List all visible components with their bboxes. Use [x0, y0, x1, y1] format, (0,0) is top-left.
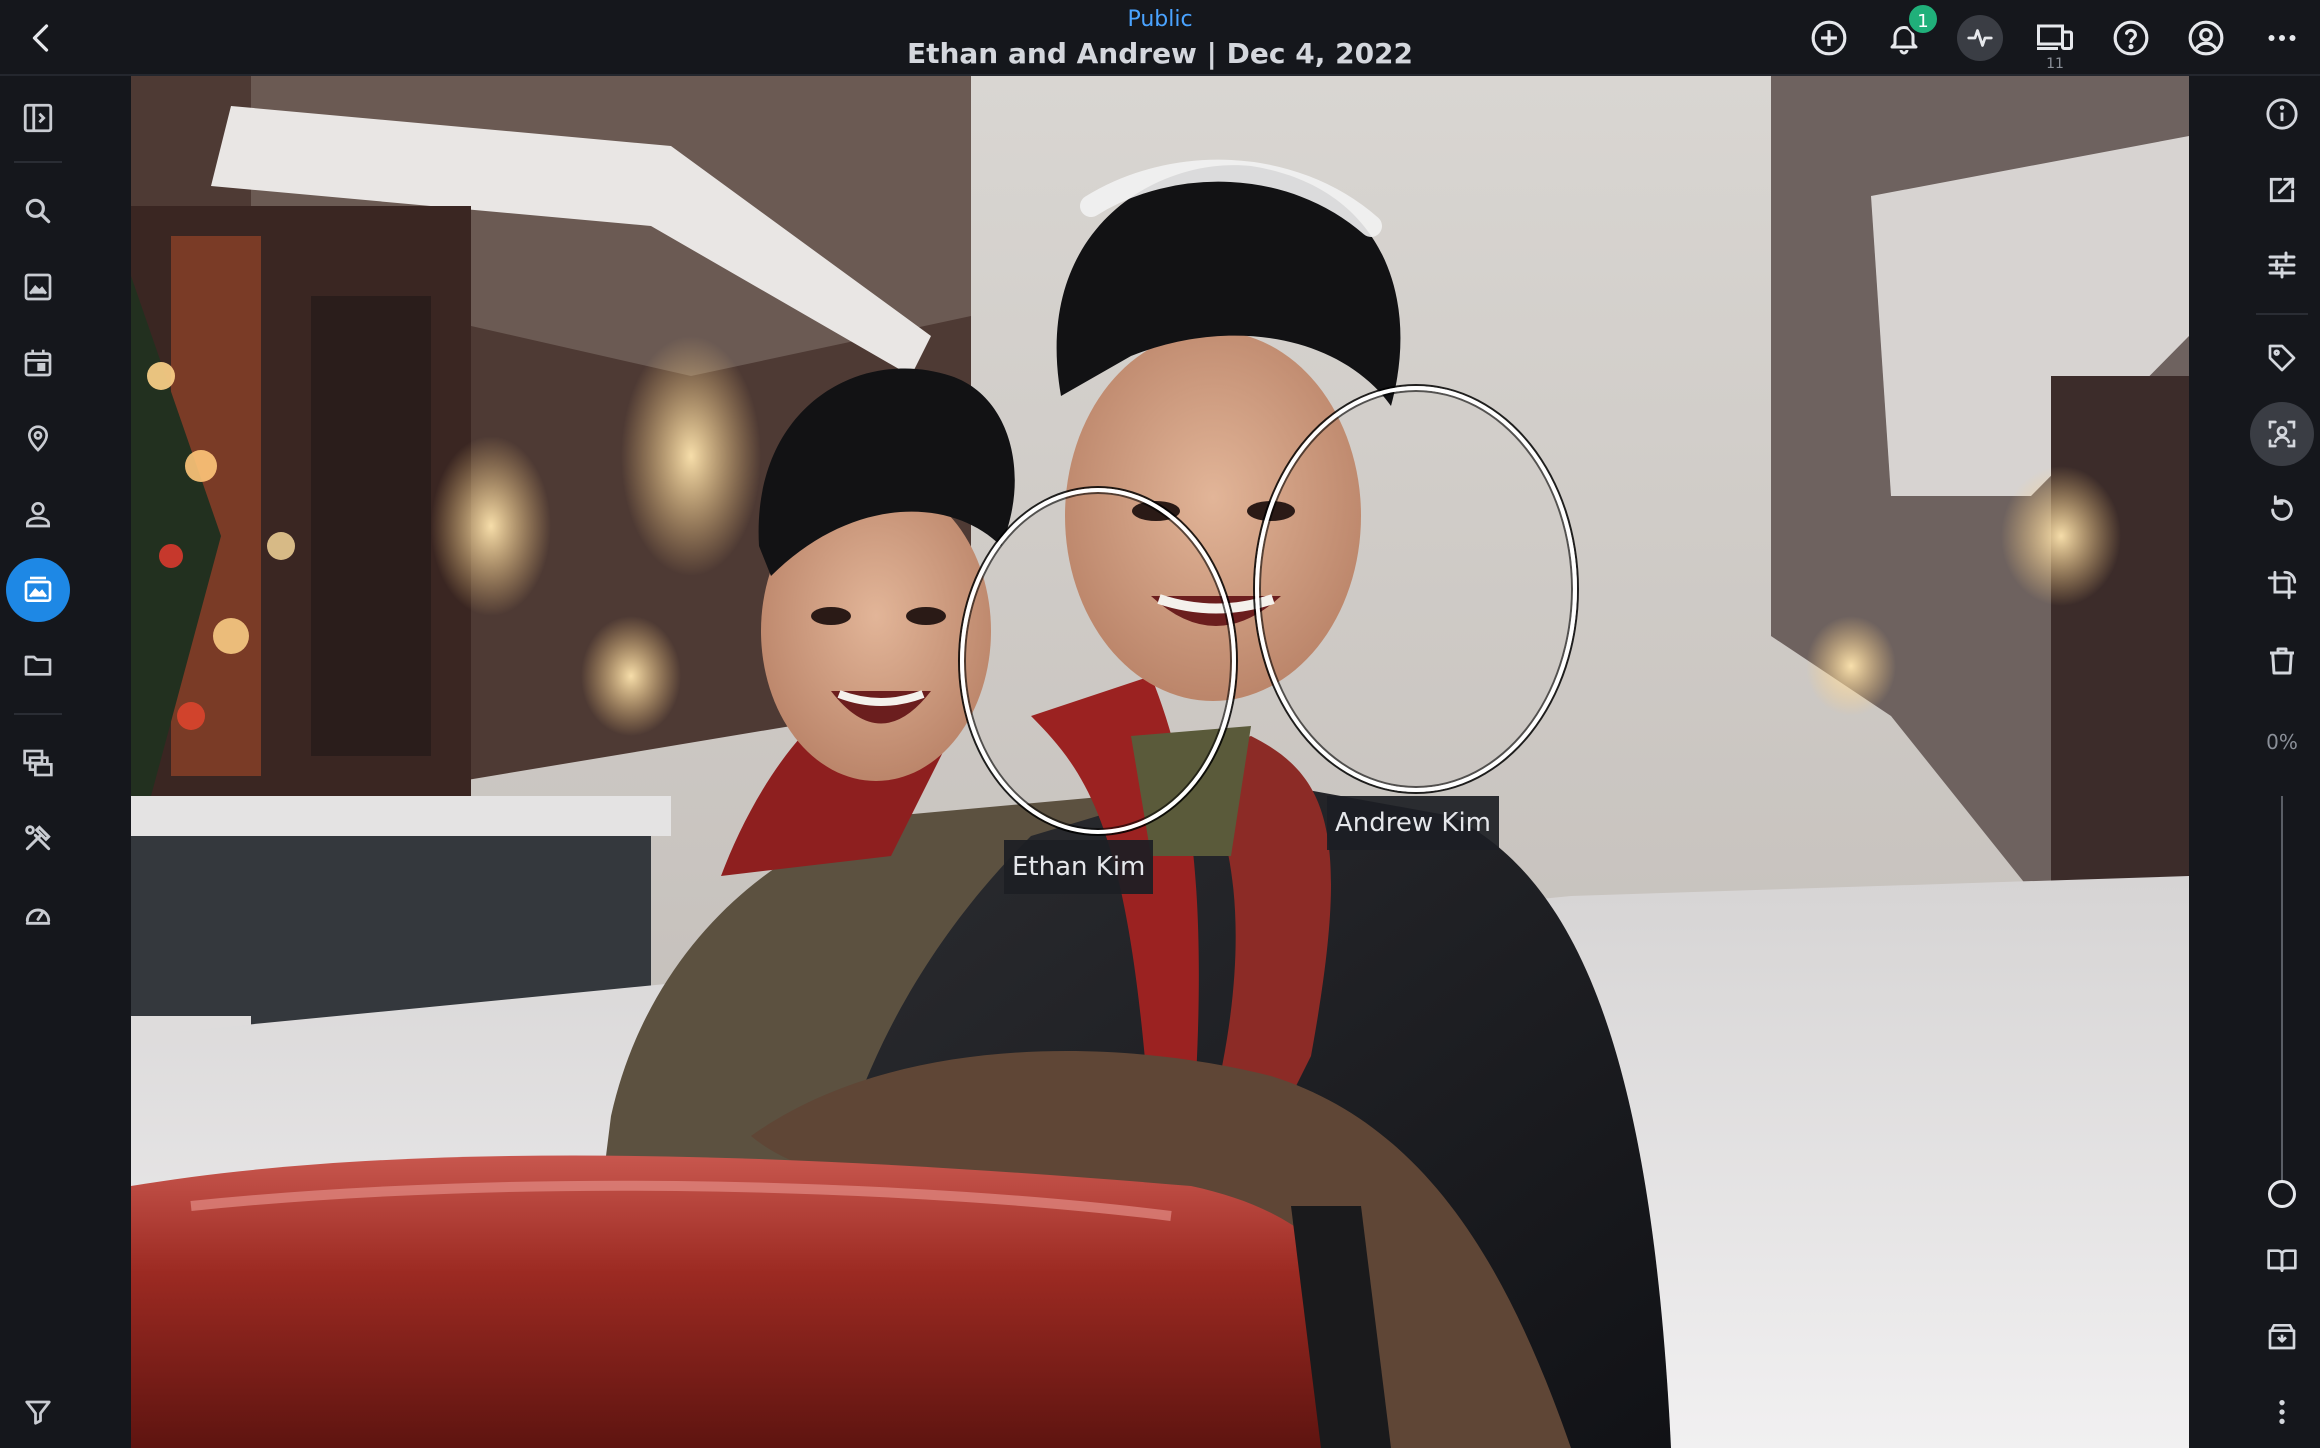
add-button[interactable] [1801, 10, 1857, 66]
face-label-ethan[interactable]: Ethan Kim [1004, 840, 1154, 894]
sidebar-item-photos[interactable] [6, 255, 70, 319]
face-box-andrew[interactable] [1255, 386, 1577, 792]
back-button[interactable] [14, 10, 70, 66]
sidebar-item-calendar[interactable] [6, 331, 70, 395]
sidebar-item-places[interactable] [6, 406, 70, 470]
zoom-slider-track[interactable] [2281, 796, 2283, 1196]
account-button[interactable] [2178, 10, 2234, 66]
sidebar-toggle-icon [23, 103, 53, 133]
device-count: 11 [2046, 56, 2064, 72]
zoom-percentage: 0% [2266, 730, 2298, 754]
plus-circle-icon [1811, 20, 1847, 56]
sidebar-item-people[interactable] [6, 482, 70, 546]
sidebar-item-library[interactable] [6, 731, 70, 795]
face-recognition-icon [2268, 420, 2296, 448]
account-circle-icon [2188, 20, 2224, 56]
open-external-button[interactable] [2250, 158, 2314, 222]
devices-button[interactable]: 11 [2027, 10, 2083, 72]
activity-icon [1967, 29, 1993, 47]
open-external-icon [2269, 177, 2295, 203]
filter-button[interactable] [6, 1380, 70, 1444]
devices-icon [2037, 24, 2073, 50]
filter-icon [25, 1400, 51, 1425]
people-icon [26, 502, 50, 528]
crop-rotate-button[interactable] [2250, 553, 2314, 617]
photo-viewer: Ethan Kim Andrew Kim [76, 76, 2244, 1448]
zoom-slider-handle[interactable] [2268, 1180, 2296, 1208]
more-menu-button[interactable] [2254, 10, 2310, 66]
sidebar-item-tools[interactable] [6, 806, 70, 870]
notifications-button[interactable]: 1 [1876, 2, 1940, 66]
adjustments-button[interactable] [2250, 233, 2314, 297]
rail-divider [14, 713, 62, 715]
dashboard-icon [25, 908, 51, 925]
albums-icon [24, 576, 52, 602]
sidebar-item-search[interactable] [6, 179, 70, 243]
sliders-icon [2268, 251, 2296, 279]
info-button[interactable] [2250, 82, 2314, 146]
chevron-left-icon [32, 24, 49, 52]
info-icon [2266, 98, 2298, 130]
more-horizontal-icon [2268, 35, 2296, 41]
left-sidebar [0, 76, 76, 1448]
slideshow-button[interactable] [2250, 1228, 2314, 1292]
photos-icon [24, 273, 52, 301]
delete-button[interactable] [2250, 629, 2314, 693]
rail-divider [2256, 313, 2308, 315]
rotate-icon [2271, 495, 2293, 521]
top-bar: Public Ethan and Andrew | Dec 4, 2022 1 … [0, 0, 2320, 76]
faces-button[interactable] [2250, 402, 2314, 466]
library-icon [23, 749, 53, 777]
more-vertical-button[interactable] [2250, 1380, 2314, 1444]
places-icon [27, 425, 49, 452]
activity-button[interactable] [1952, 10, 2008, 66]
sidebar-item-folders[interactable] [6, 633, 70, 697]
sidebar-toggle-button[interactable] [6, 86, 70, 150]
folders-icon [24, 655, 52, 676]
visibility-label: Public [1127, 7, 1193, 32]
activity-icon-bg [1957, 15, 2003, 61]
sidebar-item-albums[interactable] [6, 558, 70, 622]
help-icon [2113, 20, 2149, 56]
help-button[interactable] [2103, 10, 2159, 66]
tag-icon [2268, 344, 2296, 372]
notification-badge: 1 [1906, 2, 1940, 36]
sidebar-item-dashboard[interactable] [6, 882, 70, 946]
book-open-icon [2267, 1249, 2297, 1272]
face-box-ethan[interactable] [960, 488, 1236, 834]
calendar-icon [24, 349, 52, 377]
rotate-button[interactable] [2250, 478, 2314, 542]
right-sidebar: 0% [2244, 76, 2320, 1448]
rail-divider [14, 161, 62, 163]
tools-icon [25, 825, 51, 851]
title-block: Public Ethan and Andrew | Dec 4, 2022 [760, 4, 1560, 72]
archive-icon [2268, 1324, 2296, 1350]
face-label-andrew[interactable]: Andrew Kim [1327, 796, 1500, 850]
photo: Ethan Kim Andrew Kim [131, 76, 2189, 1448]
tags-button[interactable] [2250, 326, 2314, 390]
more-vertical-icon [2279, 1400, 2285, 1424]
archive-button[interactable] [2250, 1304, 2314, 1368]
search-icon [25, 198, 51, 224]
trash-icon [2270, 647, 2294, 675]
photo-title: Ethan and Andrew | Dec 4, 2022 [906, 37, 1414, 70]
crop-rotate-icon [2267, 570, 2297, 600]
